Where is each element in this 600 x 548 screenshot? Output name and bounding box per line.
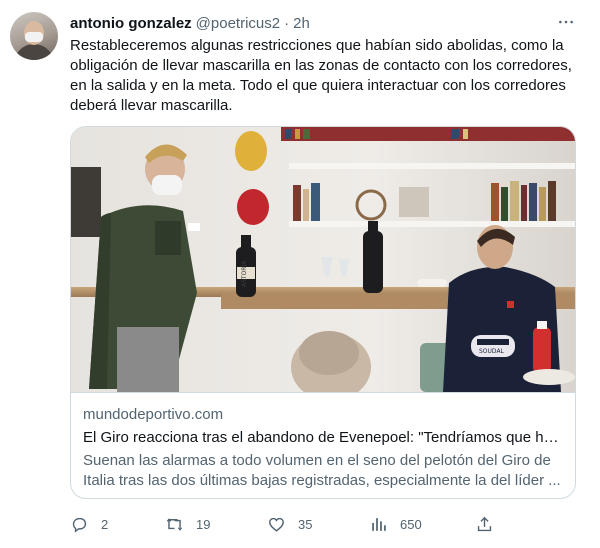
retweet-count: 19 — [196, 516, 211, 532]
more-options-button[interactable] — [556, 12, 576, 32]
tweet-header: antonio gonzalez @poetricus2 · 2h — [70, 13, 310, 33]
card-image: ASTORIA SOUDAL — [71, 127, 575, 392]
reply-icon — [72, 517, 87, 533]
avatar-shoulders — [14, 44, 54, 60]
views-icon — [372, 517, 386, 531]
link-card[interactable]: ASTORIA SOUDAL mundodeportivo.com El Gir… — [70, 126, 576, 499]
tweet-actions: 2 19 35 650 — [70, 512, 500, 536]
separator-dot: · — [284, 14, 290, 32]
share-button[interactable] — [475, 512, 494, 536]
card-domain: mundodeportivo.com — [83, 406, 224, 423]
author-name[interactable]: antonio gonzalez — [70, 15, 192, 32]
reply-count: 2 — [101, 516, 109, 532]
retweet-icon — [166, 517, 183, 531]
tweet-text: Restableceremos algunas restricciones qu… — [70, 37, 572, 114]
card-body[interactable]: mundodeportivo.com El Giro reacciona tra… — [71, 392, 575, 498]
share-icon — [477, 516, 492, 531]
reply-button[interactable]: 2 — [70, 512, 108, 536]
tweet[interactable]: antonio gonzalez @poetricus2 · 2h Restab… — [0, 0, 600, 548]
avatar-mask — [25, 32, 43, 42]
like-button[interactable]: 35 — [267, 512, 312, 536]
views-button[interactable]: 650 — [369, 512, 422, 536]
like-count: 35 — [298, 516, 313, 532]
avatar[interactable] — [10, 12, 58, 60]
retweet-button[interactable]: 19 — [165, 512, 210, 536]
views-count: 650 — [400, 516, 422, 532]
card-title: El Giro reacciona tras el abandono de Ev… — [83, 429, 565, 446]
bottle-label: ASTORIA — [241, 260, 248, 287]
more-horizontal-icon — [559, 20, 573, 24]
timestamp[interactable]: 2h — [293, 15, 310, 32]
card-description: Suenan las alarmas a todo volumen en el … — [83, 452, 561, 489]
author-handle[interactable]: @poetricus2 — [196, 15, 280, 32]
like-icon — [269, 517, 284, 532]
jersey-label: SOUDAL — [479, 348, 505, 355]
